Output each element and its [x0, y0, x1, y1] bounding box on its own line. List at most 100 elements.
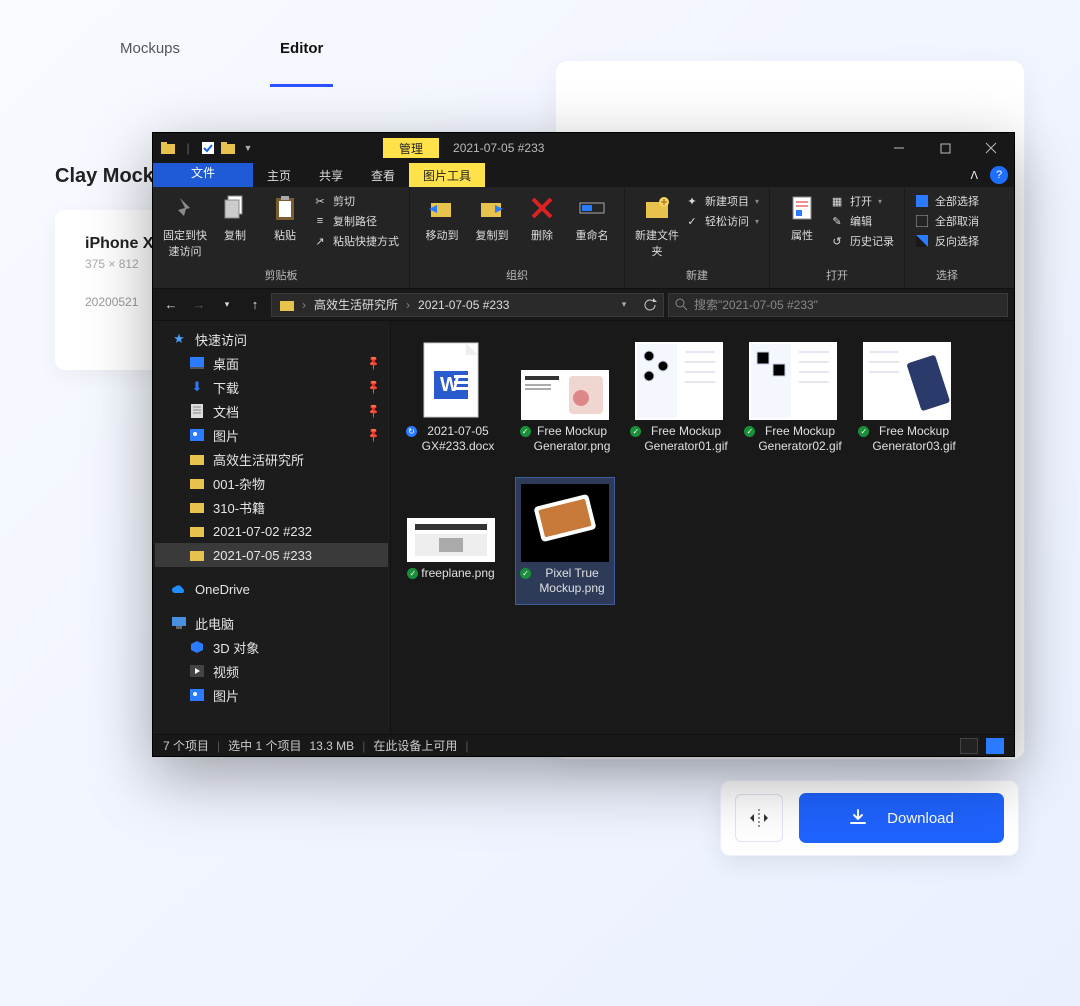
file-list[interactable]: W ↻2021-07-05 GX#233.docx ✓Free Mockup G… [391, 321, 1014, 734]
checkbox-icon[interactable] [199, 139, 217, 157]
close-button[interactable] [968, 133, 1014, 163]
sidebar-item-downloads[interactable]: ⬇ 下载📌 [155, 375, 388, 399]
help-icon[interactable]: ? [990, 166, 1008, 184]
sidebar-item-videos[interactable]: 视频 [155, 659, 388, 683]
sidebar-item-3d-objects[interactable]: 3D 对象 [155, 635, 388, 659]
copy-to-button[interactable]: 复制到 [470, 191, 514, 243]
file-thumbnail [521, 484, 609, 562]
breadcrumb-segment[interactable]: 高效生活研究所 [306, 296, 406, 313]
breadcrumb-segment[interactable]: 2021-07-05 #233 [410, 298, 517, 312]
sidebar-item-folder-current[interactable]: 2021-07-05 #233 [155, 543, 388, 567]
open-icon: ▦ [830, 194, 844, 208]
group-label-open: 打开 [826, 265, 848, 286]
open-button[interactable]: ▦打开▾ [830, 193, 894, 209]
sidebar-item-folder[interactable]: 310-书籍 [155, 495, 388, 519]
copy-path-button[interactable]: ≡复制路径 [313, 213, 399, 229]
select-all-button[interactable]: 全部选择 [915, 193, 979, 209]
ribbon-group-clipboard: 固定到快速访问 复制 粘贴 ✂剪切 ≡复制路径 ↗粘贴快捷方式 剪贴板 [153, 187, 410, 288]
ribbon-tabs: 文件 主页 共享 查看 图片工具 ᐱ ? [153, 163, 1014, 187]
search-box[interactable]: 搜索"2021-07-05 #233" [668, 293, 1008, 317]
nav-forward-button[interactable]: → [187, 293, 211, 317]
collapse-ribbon-icon[interactable]: ᐱ [964, 163, 984, 187]
details-view-button[interactable] [960, 738, 978, 754]
file-item[interactable]: ✓Free Mockup Generator.png [515, 335, 615, 463]
file-item[interactable]: ✓Free Mockup Generator01.gif [629, 335, 729, 463]
titlebar[interactable]: | ▼ 管理 2021-07-05 #233 [153, 133, 1014, 163]
edit-button[interactable]: ✎编辑 [830, 213, 894, 229]
file-item-selected[interactable]: ✓Pixel True Mockup.png [515, 477, 615, 605]
addr-dropdown-icon[interactable]: ▾ [611, 298, 637, 312]
cut-button[interactable]: ✂剪切 [313, 193, 399, 209]
paste-button[interactable]: 粘贴 [263, 191, 307, 243]
menutab-home[interactable]: 主页 [253, 163, 305, 187]
invert-selection-button[interactable]: 反向选择 [915, 233, 979, 249]
paste-shortcut-button[interactable]: ↗粘贴快捷方式 [313, 233, 399, 249]
menutab-share[interactable]: 共享 [305, 163, 357, 187]
new-item-button[interactable]: ✦新建项目▾ [685, 193, 759, 209]
sidebar-item-onedrive[interactable]: OneDrive [155, 577, 388, 601]
sidebar-item-thispc[interactable]: 此电脑 [155, 611, 388, 635]
file-item[interactable]: ✓freeplane.png [401, 477, 501, 605]
status-item-count: 7 个项目 [163, 737, 209, 754]
history-button[interactable]: ↺历史记录 [830, 233, 894, 249]
path-icon: ≡ [313, 214, 327, 228]
file-thumbnail [521, 370, 609, 420]
sidebar-item-quick-access[interactable]: ★ 快速访问 [155, 327, 388, 351]
status-availability: 在此设备上可用 [373, 737, 457, 754]
address-bar[interactable]: › 高效生活研究所 › 2021-07-05 #233 ▾ [271, 293, 664, 317]
ribbon-group-select: 全部选择 全部取消 反向选择 选择 [905, 187, 989, 288]
file-thumbnail [635, 342, 723, 420]
nav-back-button[interactable]: ← [159, 293, 183, 317]
menutab-file[interactable]: 文件 [153, 163, 253, 187]
file-item[interactable]: W ↻2021-07-05 GX#233.docx [401, 335, 501, 463]
copy-to-icon [476, 191, 508, 225]
file-explorer-window: | ▼ 管理 2021-07-05 #233 文件 主页 共享 查看 图片工具 … [152, 132, 1015, 757]
sidebar-item-folder[interactable]: 高效生活研究所 [155, 447, 388, 471]
shortcut-icon: ↗ [313, 234, 327, 248]
qat-dropdown-icon[interactable]: ▼ [239, 139, 257, 157]
file-item[interactable]: ✓Free Mockup Generator03.gif [857, 335, 957, 463]
sidebar-item-pictures[interactable]: 图片 [155, 683, 388, 707]
tab-editor[interactable]: Editor [260, 30, 343, 67]
properties-button[interactable]: 属性 [780, 191, 824, 243]
download-button[interactable]: Download [799, 793, 1004, 843]
sidebar-item-folder[interactable]: 2021-07-02 #232 [155, 519, 388, 543]
cloud-icon [171, 581, 187, 597]
new-folder-button[interactable]: 新建文件夹 [635, 191, 679, 259]
maximize-button[interactable] [922, 133, 968, 163]
menutab-view[interactable]: 查看 [357, 163, 409, 187]
nav-recent-dropdown[interactable]: ▾ [215, 293, 239, 317]
menutab-picture-tools[interactable]: 图片工具 [409, 163, 485, 187]
mirror-icon-button[interactable] [735, 794, 783, 842]
sync-ok-icon: ✓ [520, 568, 531, 579]
move-to-button[interactable]: 移动到 [420, 191, 464, 243]
sidebar-item-documents[interactable]: 文档📌 [155, 399, 388, 423]
download-icon [849, 809, 867, 827]
select-all-icon [915, 194, 929, 208]
sidebar-item-folder[interactable]: 001-杂物 [155, 471, 388, 495]
pictures-icon [189, 427, 205, 443]
rename-button[interactable]: 重命名 [570, 191, 614, 243]
cube-icon [189, 639, 205, 655]
paste-icon [269, 191, 301, 225]
delete-button[interactable]: 删除 [520, 191, 564, 243]
select-none-button[interactable]: 全部取消 [915, 213, 979, 229]
sidebar-item-pictures[interactable]: 图片📌 [155, 423, 388, 447]
desktop-icon [189, 355, 205, 371]
thumbnails-view-button[interactable] [986, 738, 1004, 754]
copy-button[interactable]: 复制 [213, 191, 257, 243]
nav-up-button[interactable]: ↑ [243, 293, 267, 317]
tab-mockups[interactable]: Mockups [100, 30, 200, 67]
copy-icon [219, 191, 251, 225]
sidebar-item-desktop[interactable]: 桌面📌 [155, 351, 388, 375]
navigation-pane[interactable]: ★ 快速访问 桌面📌 ⬇ 下载📌 文档📌 图片📌 高效生活研究所 [153, 321, 391, 734]
contextual-tab-manage[interactable]: 管理 [383, 138, 439, 158]
minimize-button[interactable] [876, 133, 922, 163]
refresh-button[interactable] [637, 298, 663, 312]
pin-to-quick-access-button[interactable]: 固定到快速访问 [163, 191, 207, 259]
folder-icon[interactable] [219, 139, 237, 157]
easy-access-button[interactable]: ✓轻松访问▾ [685, 213, 759, 229]
window-title: 2021-07-05 #233 [439, 141, 876, 155]
file-item[interactable]: ✓Free Mockup Generator02.gif [743, 335, 843, 463]
group-label-organize: 组织 [506, 265, 528, 286]
